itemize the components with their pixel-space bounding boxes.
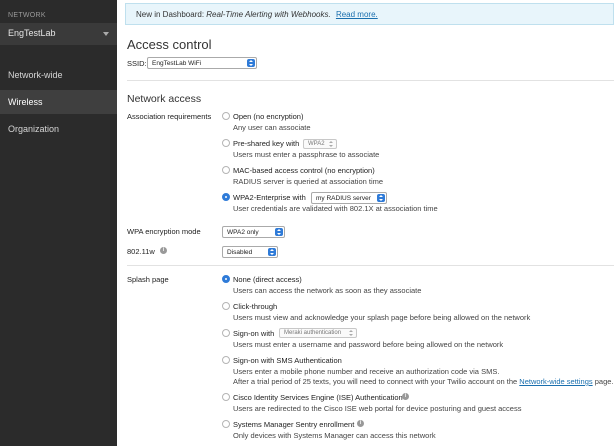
splash-sm-sentry-title: Systems Manager Sentry enrollment (233, 420, 355, 429)
chevron-down-icon (103, 32, 109, 36)
sidebar-item-network-wide[interactable]: Network-wide (0, 63, 117, 87)
info-icon[interactable]: i (160, 247, 167, 254)
option-open-title: Open (no encryption) (233, 112, 304, 121)
radius-server-select[interactable]: my RADIUS server (311, 192, 387, 204)
info-icon[interactable]: i (357, 420, 364, 427)
splash-click-through-title: Click-through (233, 302, 278, 311)
wpa-encryption-value: WPA2 only (227, 229, 259, 236)
network-wide-settings-link[interactable]: Network-wide settings (519, 377, 592, 386)
splash-ise-title: Cisco Identity Services Engine (ISE) Aut… (233, 393, 403, 402)
option-wpa2-enterprise-desc: User credentials are validated with 802.… (233, 204, 438, 213)
banner-prefix: New in Dashboard: (136, 10, 205, 19)
sidebar-item-organization[interactable]: Organization (0, 117, 117, 141)
option-psk-desc: Users must enter a passphrase to associa… (233, 150, 380, 159)
select-arrows-icon (268, 248, 276, 256)
association-requirements-label: Association requirements (127, 112, 212, 121)
radio-wpa2-enterprise[interactable] (222, 193, 230, 201)
radio-splash-ise[interactable] (222, 393, 230, 401)
radius-server-value: my RADIUS server (316, 195, 371, 202)
splash-page-label: Splash page (127, 275, 169, 284)
radio-splash-sign-on[interactable] (222, 329, 230, 337)
radio-splash-none[interactable] (222, 275, 230, 283)
splash-sms-desc-2: After a trial period of 25 texts, you wi… (233, 377, 614, 386)
splash-none-desc: Users can access the network as soon as … (233, 286, 422, 295)
splash-ise-desc: Users are redirected to the Cisco ISE we… (233, 404, 522, 413)
sidebar: NETWORK EngTestLab Network-wide Wireless… (0, 0, 117, 446)
option-open-desc: Any user can associate (233, 123, 311, 132)
radio-open[interactable] (222, 112, 230, 120)
page-title: Access control (127, 37, 212, 52)
network-selector[interactable]: EngTestLab (0, 23, 117, 45)
read-more-link[interactable]: Read more. (336, 10, 378, 19)
select-arrows-icon (247, 59, 255, 67)
radio-mac[interactable] (222, 166, 230, 174)
splash-sm-sentry-desc: Only devices with Systems Manager can ac… (233, 431, 436, 440)
announcement-banner: New in Dashboard: Real-Time Alerting wit… (125, 3, 614, 25)
network-name: EngTestLab (8, 28, 56, 38)
radio-splash-sms[interactable] (222, 356, 230, 364)
splash-none-title: None (direct access) (233, 275, 302, 284)
main-content: New in Dashboard: Real-Time Alerting wit… (117, 0, 614, 446)
splash-sms-desc: Users enter a mobile phone number and re… (233, 367, 500, 376)
splash-sms-title: Sign-on with SMS Authentication (233, 356, 342, 365)
select-arrows-icon (275, 228, 283, 236)
option-wpa2-enterprise-title: WPA2-Enterprise with (233, 193, 306, 202)
dot11w-value: Disabled (227, 249, 253, 256)
ssid-value: EngTestLab WiFi (152, 60, 202, 67)
network-label: NETWORK (8, 12, 46, 19)
splash-click-through-desc: Users must view and acknowledge your spl… (233, 313, 531, 322)
option-mac-desc: RADIUS server is queried at association … (233, 177, 384, 186)
dot11w-label: 802.11w (127, 247, 155, 256)
option-mac-title: MAC-based access control (no encryption) (233, 166, 375, 175)
option-psk-title: Pre-shared key with (233, 139, 300, 148)
psk-mode-value: WPA2 (308, 141, 325, 147)
psk-mode-select[interactable]: WPA2 (303, 139, 337, 149)
banner-feature: Real-Time Alerting with Webhooks. (206, 10, 331, 19)
select-arrows-icon (349, 330, 354, 336)
dot11w-select[interactable]: Disabled (222, 246, 278, 258)
sign-on-method-value: Meraki authentication (284, 330, 342, 336)
divider (127, 80, 614, 81)
wpa-encryption-select[interactable]: WPA2 only (222, 226, 285, 238)
divider (127, 265, 614, 266)
info-icon[interactable]: i (402, 393, 409, 400)
select-arrows-icon (329, 141, 334, 147)
network-access-heading: Network access (127, 93, 202, 105)
ssid-select[interactable]: EngTestLab WiFi (147, 57, 257, 69)
sidebar-item-wireless[interactable]: Wireless (0, 90, 117, 114)
splash-sign-on-title: Sign-on with (233, 329, 275, 338)
radio-splash-sm-sentry[interactable] (222, 420, 230, 428)
sign-on-method-select[interactable]: Meraki authentication (279, 328, 357, 338)
radio-psk[interactable] (222, 139, 230, 147)
select-arrows-icon (377, 194, 385, 202)
wpa-encryption-label: WPA encryption mode (127, 227, 201, 236)
ssid-label: SSID: (127, 59, 147, 68)
splash-sign-on-desc: Users must enter a username and password… (233, 340, 504, 349)
radio-splash-click-through[interactable] (222, 302, 230, 310)
